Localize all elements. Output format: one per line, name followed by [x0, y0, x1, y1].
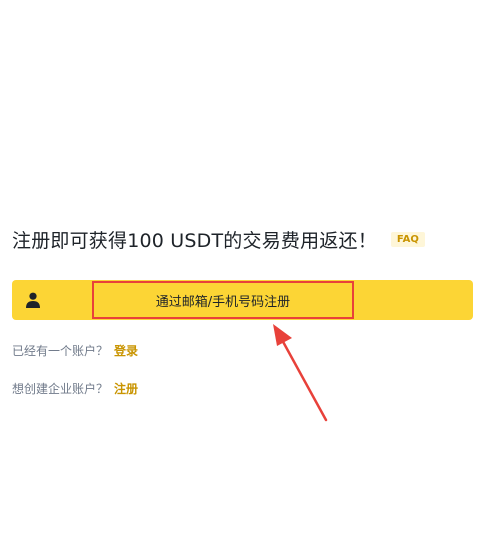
user-icon [26, 292, 40, 308]
business-prompt-text: 想创建企业账户？ [12, 382, 109, 396]
login-link[interactable]: 登录 [114, 344, 138, 358]
register-bar[interactable]: 通过邮箱/手机号码注册 [12, 280, 473, 320]
headline-text: 注册即可获得100 USDT的交易费用返还！ [12, 230, 377, 252]
signup-headline: 注册即可获得100 USDT的交易费用返还！ FAQ [12, 226, 425, 253]
faq-badge[interactable]: FAQ [390, 232, 425, 247]
business-register-link[interactable]: 注册 [114, 382, 138, 396]
login-prompt-text: 已经有一个账户？ [12, 344, 109, 358]
register-with-email-phone-button[interactable]: 通过邮箱/手机号码注册 [92, 281, 354, 319]
annotation-arrow-icon [273, 324, 328, 422]
business-account-prompt: 想创建企业账户？ 注册 [12, 380, 138, 397]
login-prompt: 已经有一个账户？ 登录 [12, 342, 138, 359]
